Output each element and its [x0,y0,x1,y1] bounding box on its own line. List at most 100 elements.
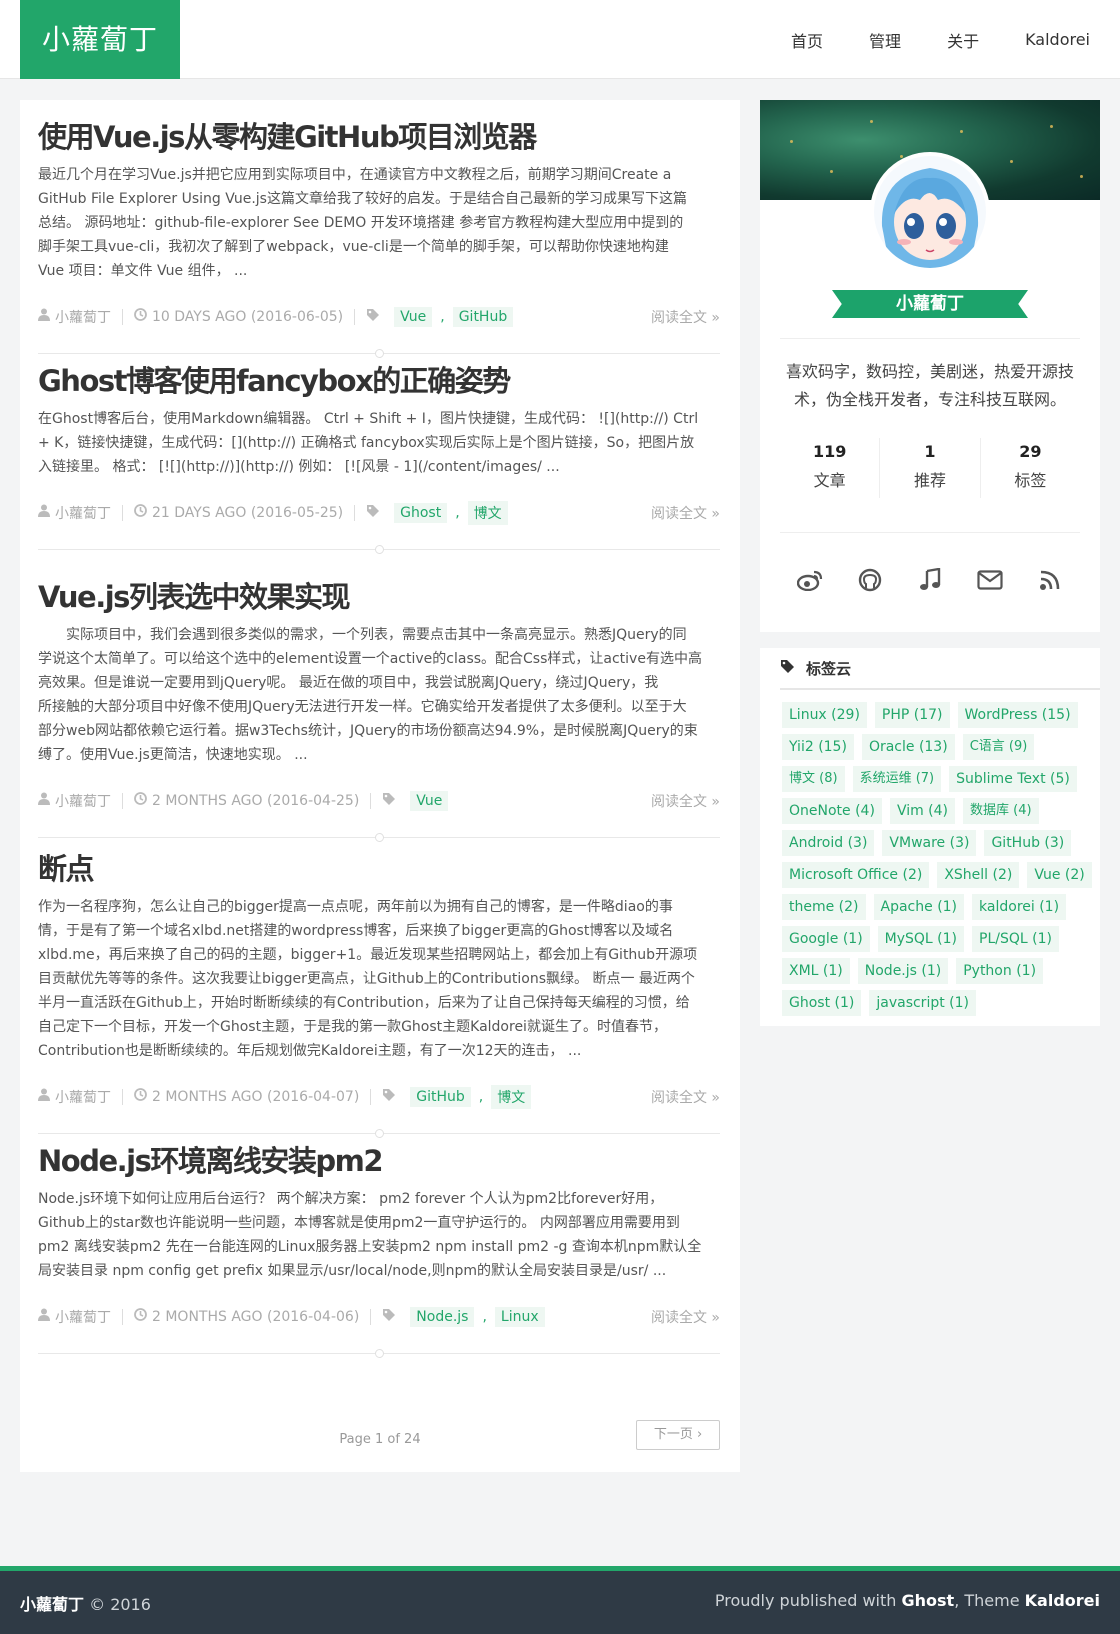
tag-cloud-item[interactable]: Apache (1) [873,894,965,920]
post-title[interactable]: Vue.js列表选中效果实现 [38,580,720,615]
post-author[interactable]: 小蘿蔔丁 [55,1307,111,1327]
tag-cloud-item[interactable]: XShell (2) [937,862,1020,888]
post-tag[interactable]: GitHub [452,306,514,327]
stat-tags[interactable]: 29 标签 [979,438,1080,498]
tag-cloud-item[interactable]: Node.js (1) [857,958,949,984]
stat-posts-count: 119 [812,442,847,461]
nav-item-about[interactable]: 关于 [947,28,979,52]
post-entry: 断点 作为一名程序狗，怎么让自己的bigger提高一点点呢，两年前以为拥有自己的博… [38,852,720,1138]
post-excerpt: 在Ghost博客后台，使用Markdown编辑器。 Ctrl + Shift +… [38,407,720,479]
stat-tags-label: 标签 [1014,471,1047,490]
tag-comma: , [440,308,445,325]
nav-item-home[interactable]: 首页 [791,28,823,52]
tag-icon [382,1088,396,1106]
tag-cloud-item[interactable]: Ghost (1) [782,990,862,1016]
meta-separator [354,308,356,325]
tag-cloud-item[interactable]: GitHub (3) [984,830,1072,856]
excerpt-line: 学说这个太简单了。可以给这个选中的element设置一个active的class… [38,650,702,667]
excerpt-line: 目贡献优先等等的条件。这次我要让bigger更高点，让Github上的Contr… [38,970,695,987]
tag-cloud-item[interactable]: Python (1) [956,958,1044,984]
profile-stats: 119 文章 1 推荐 29 标签 [780,438,1080,498]
post-tag[interactable]: 博文 [467,500,508,525]
github-icon[interactable] [850,560,890,600]
tag-cloud-item[interactable]: PL/SQL (1) [972,926,1059,952]
post-author[interactable]: 小蘿蔔丁 [55,1087,111,1107]
tag-cloud-item[interactable]: VMware (3) [882,830,977,856]
tag-cloud-item[interactable]: WordPress (15) [957,702,1078,728]
next-page-button[interactable]: 下一页 › [636,1420,720,1450]
read-more-link[interactable]: 阅读全文 » [651,1087,720,1107]
tag-cloud-item[interactable]: theme (2) [782,894,866,920]
weibo-icon[interactable] [790,560,830,600]
post-divider [38,1348,720,1358]
mail-icon[interactable] [970,560,1010,600]
stat-featured-label: 推荐 [913,471,946,490]
tag-cloud-widget: 标签云 Linux (29) PHP (17) WordPress (15) Yii2… [760,648,1100,1026]
site-logo[interactable]: 小蘿蔔丁 [20,0,180,79]
tag-cloud-item[interactable]: XML (1) [782,958,850,984]
user-icon [38,308,50,325]
music-icon[interactable] [910,560,950,600]
clock-icon [134,792,147,809]
tag-cloud-item[interactable]: Vue (2) [1027,862,1092,888]
post-author[interactable]: 小蘿蔔丁 [55,791,111,811]
post-divider [38,1128,720,1138]
tag-cloud-item[interactable]: Google (1) [782,926,870,952]
rss-icon[interactable] [1030,560,1070,600]
post-tag[interactable]: Linux [494,1306,545,1327]
tag-cloud-item[interactable]: javascript (1) [869,990,976,1016]
tag-cloud-item[interactable]: kaldorei (1) [972,894,1067,920]
excerpt-line: 所接触的大部分项目中好像不使用JQuery无法进行开发一样。它确实给开发者提供了… [38,698,687,715]
footer-ghost-link[interactable]: Ghost [902,1591,955,1610]
post-meta: 小蘿蔔丁 21 DAYS AGO (2016-05-25) Ghost, 博文 阅读全文… [38,499,720,527]
post-tag[interactable]: Vue [394,306,433,327]
post-author[interactable]: 小蘿蔔丁 [55,503,111,523]
post-tag[interactable]: 博文 [491,1084,532,1109]
tag-cloud-item[interactable]: MySQL (1) [877,926,965,952]
tag-cloud-item[interactable]: Linux (29) [782,702,867,728]
tag-cloud-item[interactable]: 数据库 (4) [963,798,1039,824]
read-more-link[interactable]: 阅读全文 » [651,503,720,523]
tag-icon [366,504,380,522]
tag-cloud-title: 标签云 [806,659,852,678]
stat-posts[interactable]: 119 文章 [780,438,879,498]
tag-cloud-item[interactable]: C语言 (9) [962,734,1035,760]
tag-cloud-item[interactable]: 博文 (8) [782,766,845,792]
nav-item-admin[interactable]: 管理 [869,28,901,52]
read-more-link[interactable]: 阅读全文 » [651,1307,720,1327]
post-tag[interactable]: Node.js [410,1306,475,1327]
read-more-link[interactable]: 阅读全文 » [651,791,720,811]
footer-theme-link[interactable]: Kaldorei [1025,1591,1100,1610]
post-title[interactable]: Ghost博客使用fancybox的正确姿势 [38,364,720,399]
post-title[interactable]: 使用Vue.js从零构建GitHub项目浏览器 [38,120,720,155]
footer-brand[interactable]: 小蘿蔔丁 [20,1595,84,1614]
tag-cloud-item[interactable]: Oracle (13) [861,734,955,760]
post-author[interactable]: 小蘿蔔丁 [55,307,111,327]
tag-cloud-item[interactable]: Vim (4) [889,798,956,824]
nav-item-kaldorei[interactable]: Kaldorei [1025,30,1090,49]
post-tag[interactable]: Vue [410,790,449,811]
excerpt-line: 部分web网站都依赖它运行着。据w3Techs统计，JQuery的市场份额高达9… [38,722,698,739]
tag-cloud-item[interactable]: Yii2 (15) [782,734,854,760]
post-title[interactable]: Node.js环境离线安装pm2 [38,1144,720,1179]
tag-cloud-item[interactable]: Android (3) [782,830,875,856]
stat-featured[interactable]: 1 推荐 [879,438,979,498]
read-more-link[interactable]: 阅读全文 » [651,307,720,327]
post-divider [38,544,720,554]
user-icon [38,792,50,809]
tag-cloud-item[interactable]: OneNote (4) [782,798,882,824]
post-tag[interactable]: Ghost [394,502,448,523]
tag-comma: , [478,1088,484,1105]
post-tag[interactable]: GitHub [410,1086,471,1107]
divider [780,532,1080,533]
tag-cloud-item[interactable]: PHP (17) [874,702,950,728]
user-icon [38,1308,50,1325]
tag-cloud-item[interactable]: 系统运维 (7) [852,766,942,792]
post-title[interactable]: 断点 [38,852,720,887]
tag-cloud-item[interactable]: Microsoft Office (2) [782,862,930,888]
post-list: 使用Vue.js从零构建GitHub项目浏览器 最近几个月在学习Vue.js并把它… [20,100,740,1472]
excerpt-line: 脚手架工具vue-cli，我初次了解到了webpack，vue-cli是一个简单… [38,238,669,255]
tag-cloud-header: 标签云 [780,648,1100,690]
excerpt-line: Github上的star数也许能说明一些问题，本博客就是使用pm2一直守护运行的… [38,1214,680,1231]
tag-cloud-item[interactable]: Sublime Text (5) [949,766,1077,792]
